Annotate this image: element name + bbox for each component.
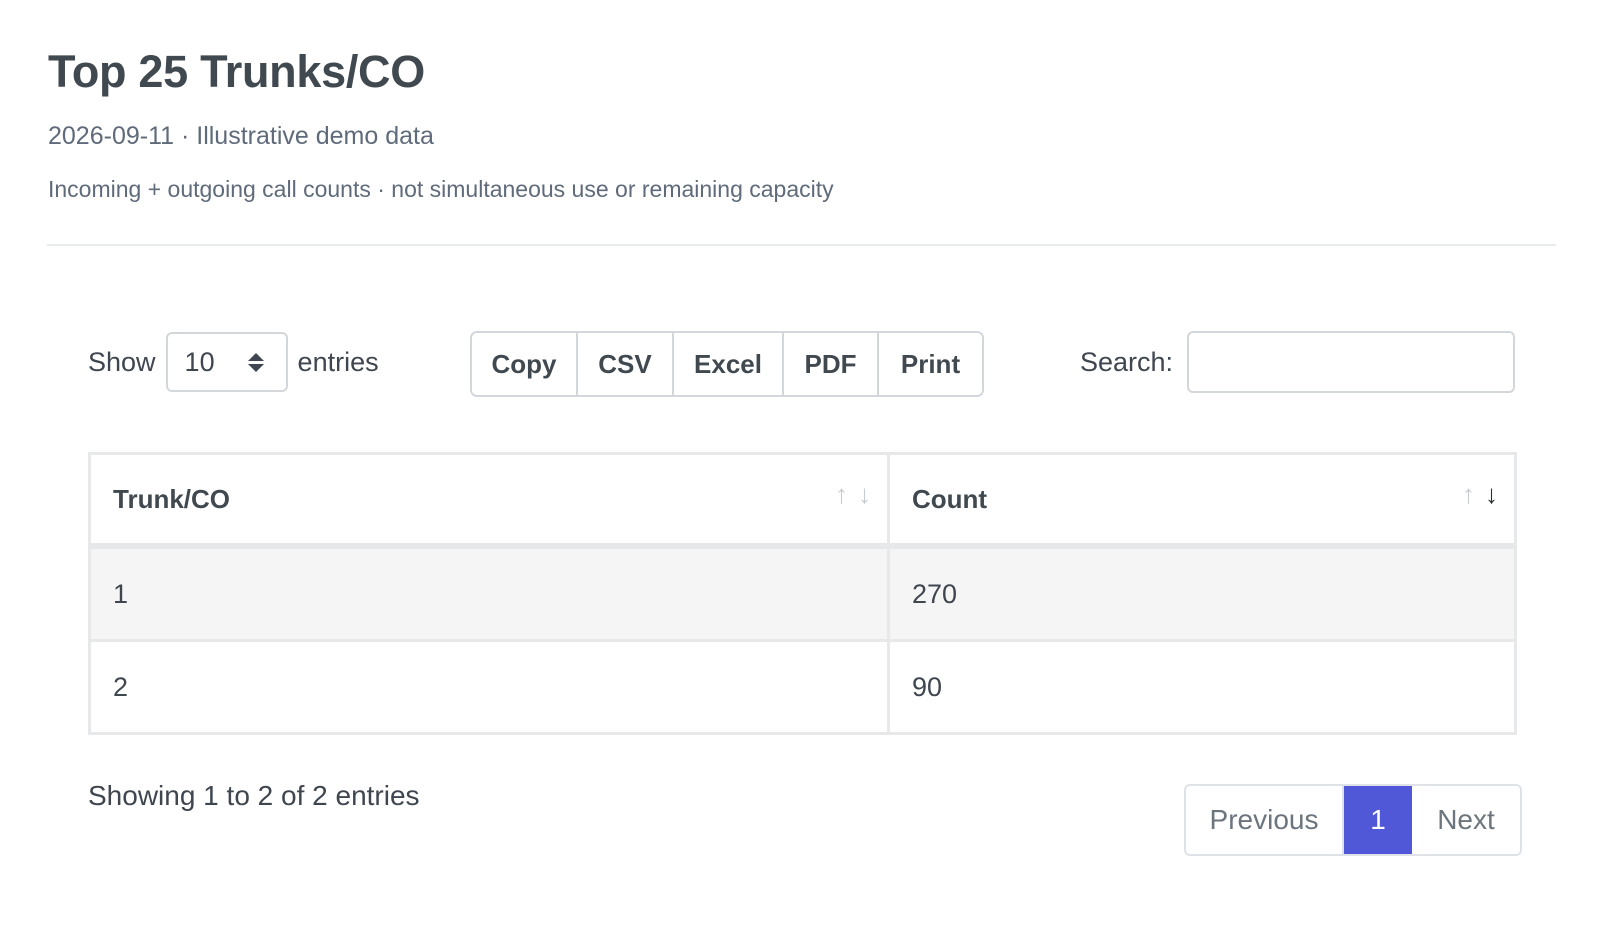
arrow-up-icon: ↑ <box>835 479 848 509</box>
entries-label: entries <box>297 346 379 377</box>
count-cell: 270 <box>912 578 958 609</box>
csv-button[interactable]: CSV <box>578 333 674 395</box>
page-subtitle: 2026-09-11 · Illustrative demo data <box>48 122 434 150</box>
trunk-cell: 2 <box>91 642 890 732</box>
pagination: Previous 1 Next <box>1184 784 1522 856</box>
copy-button[interactable]: Copy <box>472 333 578 395</box>
column-header-label: Count <box>912 483 988 514</box>
arrow-down-icon: ↓ <box>858 479 871 509</box>
show-label: Show <box>88 346 156 377</box>
page-length-control: Show 10 entries <box>88 331 379 393</box>
count-cell: 90 <box>912 671 943 702</box>
arrow-up-icon: ↑ <box>1462 479 1475 509</box>
updown-caret-icon <box>247 352 264 372</box>
table-header-row: Trunk/CO ↑ ↓ Count ↑ ↓ <box>91 455 1514 549</box>
search-label: Search: <box>1080 346 1174 377</box>
column-header-trunk[interactable]: Trunk/CO ↑ ↓ <box>91 455 890 543</box>
trunk-cell: 1 <box>91 549 890 639</box>
previous-page-button[interactable]: Previous <box>1186 786 1344 854</box>
trunks-table: Trunk/CO ↑ ↓ Count ↑ ↓ 1 270 2 90 <box>88 452 1517 735</box>
table-info: Showing 1 to 2 of 2 entries <box>88 780 420 811</box>
pdf-button[interactable]: PDF <box>784 333 879 395</box>
report-page: Top 25 Trunks/CO 2026-09-11 · Illustrati… <box>0 0 1600 944</box>
page-1-button[interactable]: 1 <box>1344 786 1412 854</box>
page-title: Top 25 Trunks/CO <box>48 46 425 97</box>
arrow-down-icon: ↓ <box>1485 479 1498 509</box>
sort-icons: ↑ ↓ <box>835 481 871 507</box>
next-page-button[interactable]: Next <box>1412 786 1520 854</box>
export-button-group: Copy CSV Excel PDF Print <box>470 331 984 397</box>
column-header-label: Trunk/CO <box>113 483 231 514</box>
page-note: Incoming + outgoing call counts · not si… <box>48 176 834 202</box>
header-divider <box>47 244 1556 246</box>
search-input[interactable] <box>1187 331 1516 393</box>
print-button[interactable]: Print <box>879 333 982 395</box>
search-control: Search: <box>1080 331 1516 393</box>
table-row: 2 90 <box>91 642 1514 732</box>
page-length-select[interactable]: 10 <box>165 332 288 392</box>
sort-icons: ↑ ↓ <box>1462 481 1498 507</box>
table-row: 1 270 <box>91 549 1514 642</box>
excel-button[interactable]: Excel <box>674 333 784 395</box>
page-length-value: 10 <box>184 346 215 377</box>
column-header-count[interactable]: Count ↑ ↓ <box>890 455 1514 543</box>
